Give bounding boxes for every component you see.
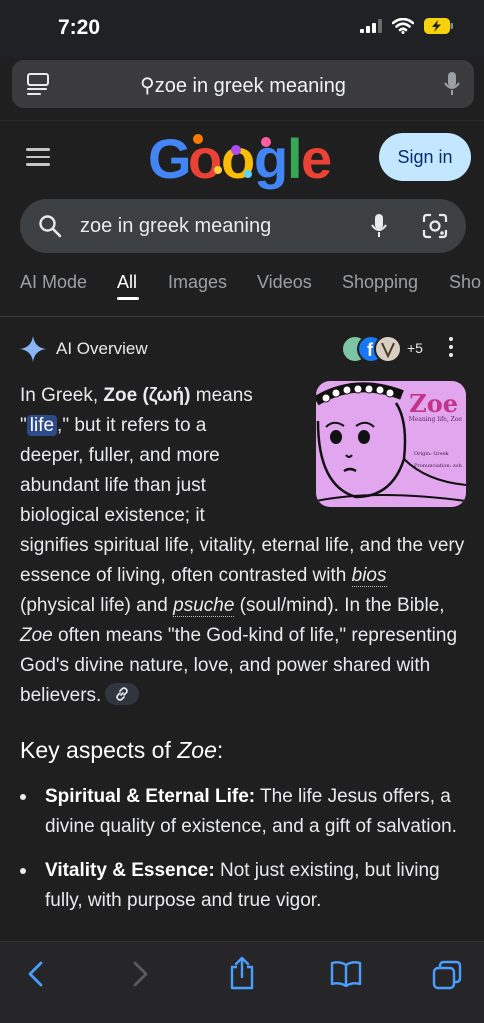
tab-shopping[interactable]: Shopping bbox=[342, 272, 418, 293]
text-line: In Greek, Zoe (ζωή) means bbox=[20, 385, 253, 406]
ai-sparkle-icon bbox=[20, 336, 46, 362]
voice-search-icon[interactable] bbox=[370, 213, 388, 239]
divider bbox=[0, 316, 484, 317]
ai-overview-header: AI Overview f +5 bbox=[20, 334, 470, 364]
forward-icon[interactable] bbox=[130, 960, 150, 988]
address-query[interactable]: ⚲zoe in greek meaning bbox=[12, 73, 474, 98]
text-line: biological existence; it bbox=[20, 505, 205, 526]
source-link-chip[interactable] bbox=[105, 682, 140, 705]
tabs-icon[interactable] bbox=[432, 960, 462, 990]
tab-ai-mode[interactable]: AI Mode bbox=[20, 272, 87, 293]
svg-text:g: g bbox=[254, 127, 288, 190]
google-lens-icon[interactable] bbox=[422, 213, 448, 239]
source-favicons[interactable]: f bbox=[340, 334, 406, 364]
address-mic-icon[interactable] bbox=[444, 71, 460, 97]
google-doodle-logo[interactable]: G o o g l e bbox=[148, 126, 338, 192]
key-aspects-heading: Key aspects of Zoe: bbox=[20, 737, 224, 763]
tab-all[interactable]: All bbox=[117, 272, 137, 293]
status-bar: 7:20 bbox=[0, 0, 484, 58]
battery-charging-icon bbox=[424, 18, 453, 34]
list-item: Spiritual & Eternal Life: The life Jesus… bbox=[20, 782, 466, 842]
share-icon[interactable] bbox=[228, 956, 256, 990]
browser-toolbar bbox=[0, 941, 484, 1023]
link-icon bbox=[116, 687, 129, 701]
highlighted-word[interactable]: life bbox=[26, 415, 58, 436]
more-options-icon[interactable] bbox=[448, 337, 454, 359]
bookmarks-icon[interactable] bbox=[330, 960, 362, 988]
text-line: deeper, fuller, and more bbox=[20, 445, 220, 466]
list-item: Vitality & Essence: Not just existing, b… bbox=[20, 856, 466, 916]
tab-videos[interactable]: Videos bbox=[257, 272, 312, 293]
address-search-icon: ⚲ bbox=[140, 75, 155, 97]
ai-overview-title: AI Overview bbox=[56, 339, 148, 358]
search-icon bbox=[39, 215, 62, 238]
wifi-icon bbox=[392, 18, 414, 34]
text-line: abundant life than just bbox=[20, 475, 206, 496]
sign-in-button[interactable]: Sign in bbox=[379, 133, 471, 181]
search-input[interactable]: zoe in greek meaning bbox=[80, 215, 271, 238]
search-box[interactable]: zoe in greek meaning bbox=[20, 199, 466, 253]
svg-text:e: e bbox=[301, 127, 332, 190]
text-continuation: signifies spiritual life, vitality, eter… bbox=[20, 535, 465, 706]
text-line: " life ," but it refers to a bbox=[20, 415, 207, 436]
tab-images[interactable]: Images bbox=[168, 272, 227, 293]
svg-text:o: o bbox=[221, 127, 255, 190]
term-bios[interactable]: bios bbox=[351, 565, 387, 587]
svg-text:f: f bbox=[367, 340, 374, 360]
ai-overview-text: In Greek, Zoe (ζωή) means " life ," but it… bbox=[20, 381, 466, 711]
hamburger-menu-icon[interactable] bbox=[26, 148, 50, 166]
back-icon[interactable] bbox=[26, 960, 46, 988]
status-icons bbox=[360, 18, 454, 34]
status-time: 7:20 bbox=[58, 16, 101, 39]
term-psuche[interactable]: psuche bbox=[173, 595, 235, 617]
browser-address-bar[interactable]: ⚲zoe in greek meaning bbox=[12, 60, 474, 108]
active-tab-indicator bbox=[117, 297, 139, 300]
signal-icon bbox=[360, 19, 382, 33]
key-aspects-list: Spiritual & Eternal Life: The life Jesus… bbox=[20, 782, 466, 930]
more-sources-count[interactable]: +5 bbox=[407, 340, 423, 356]
term-zoe-italic: Zoe bbox=[20, 625, 53, 646]
svg-text:o: o bbox=[188, 127, 222, 190]
tab-shorts[interactable]: Sho bbox=[449, 272, 481, 293]
term-zoe: Zoe (ζωή) bbox=[103, 385, 191, 406]
svg-text:G: G bbox=[148, 127, 192, 190]
divider bbox=[0, 120, 484, 121]
search-tabs: AI Mode All Images Videos Shopping Sho bbox=[0, 266, 484, 306]
